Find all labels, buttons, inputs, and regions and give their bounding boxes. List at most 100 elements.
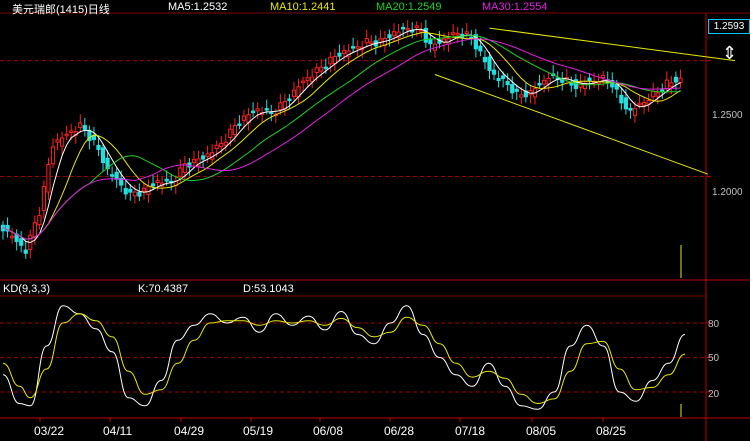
y-tick-label: 1.2000 [712, 187, 743, 198]
candle-up [451, 32, 456, 35]
candle-up [655, 92, 660, 97]
kd-k-readout: K:70.4387 [138, 283, 189, 295]
ma30-readout: MA30:1.2554 [482, 1, 548, 13]
candle-up [651, 90, 656, 98]
candle-up [255, 108, 260, 112]
candle-down [264, 108, 269, 111]
candle-down [501, 75, 506, 80]
candle-down [496, 77, 501, 82]
candle-down [660, 89, 665, 92]
candle-up [541, 79, 547, 85]
candle-up [223, 141, 228, 146]
candle-down [323, 66, 328, 70]
candle-up [414, 25, 419, 29]
candle-down [114, 171, 119, 180]
candle-up [364, 37, 369, 44]
candle-down [482, 56, 488, 63]
candle-up [191, 158, 197, 163]
x-tick-label: 05/19 [243, 424, 274, 438]
kd-tick-label: 20 [708, 389, 720, 400]
kd-label: KD(9,3,3) [3, 283, 51, 295]
candle-down [623, 97, 628, 110]
x-tick-label: 04/29 [174, 424, 205, 438]
candle-down [150, 183, 156, 187]
y-tick-label: 1.2500 [712, 110, 743, 121]
x-tick-label: 04/11 [103, 424, 133, 438]
candle-up [378, 38, 383, 43]
x-tick-label: 06/28 [384, 424, 415, 438]
candle-down [128, 188, 133, 193]
candle-down [478, 45, 483, 52]
candle-up [601, 74, 606, 79]
candle-up [69, 130, 74, 133]
candle-down [537, 83, 542, 86]
candle-down [401, 26, 406, 30]
candle-up [146, 185, 151, 196]
candle-down [337, 52, 342, 57]
candle-down [200, 155, 206, 160]
candle-up [646, 100, 651, 105]
candle-up [46, 164, 51, 193]
current-price-box: 1.2593 [708, 19, 750, 34]
candle-up [678, 77, 683, 83]
ma10-readout: MA10:1.2441 [270, 1, 336, 13]
candle-up [419, 29, 424, 33]
candle-down [491, 69, 497, 75]
candle-up [332, 55, 338, 65]
candle-up [369, 41, 374, 44]
candle-down [96, 144, 101, 150]
kd-d-readout: D:53.1043 [243, 283, 294, 295]
x-tick-label: 03/22 [34, 424, 65, 438]
candle-up [232, 125, 237, 135]
candle-up [241, 115, 247, 121]
chart-canvas[interactable] [0, 0, 750, 441]
candle-down [619, 94, 624, 104]
candle-down [569, 83, 574, 86]
candle-up [50, 146, 56, 165]
candle-up [464, 31, 469, 35]
candle-down [350, 46, 356, 49]
candle-up [178, 167, 183, 177]
candle-down [387, 34, 392, 39]
candle-up [391, 31, 397, 37]
candle-up [205, 153, 210, 157]
candle-down [23, 249, 28, 254]
candle-up [64, 133, 69, 137]
candle-down [487, 56, 492, 71]
candle-up [78, 122, 83, 128]
up-down-arrow-icon[interactable]: ⇕ [722, 40, 737, 66]
candle-down [110, 174, 115, 177]
candle-down [164, 178, 169, 182]
candle-up [637, 102, 642, 106]
candle-up [314, 67, 319, 74]
candle-down [100, 147, 106, 164]
candle-down [510, 84, 515, 94]
candle-down [514, 88, 519, 92]
candle-up [300, 80, 306, 84]
candle-up [41, 186, 47, 211]
candle-up [641, 102, 647, 106]
candle-up [405, 27, 410, 31]
kd-tick-label: 80 [708, 319, 720, 330]
x-tick-label: 06/08 [313, 424, 344, 438]
candle-up [669, 82, 674, 87]
ma20-readout: MA20:1.2549 [376, 1, 442, 13]
candle-down [237, 123, 242, 126]
candle-up [341, 50, 347, 54]
x-tick-label: 08/05 [526, 424, 557, 438]
candle-up [228, 128, 233, 139]
channel-upper-line [489, 27, 736, 62]
candle-down [673, 76, 679, 83]
candle-up [319, 66, 324, 72]
candle-up [664, 79, 669, 90]
candle-up [37, 215, 42, 226]
candle-up [291, 89, 297, 98]
candle-up [60, 137, 65, 147]
candle-down [505, 81, 510, 86]
candle-up [305, 77, 310, 81]
candle-up [632, 108, 638, 116]
ma20-line [2, 34, 681, 240]
candle-down [82, 125, 87, 130]
ma10-line [2, 31, 681, 240]
candle-up [519, 94, 524, 98]
